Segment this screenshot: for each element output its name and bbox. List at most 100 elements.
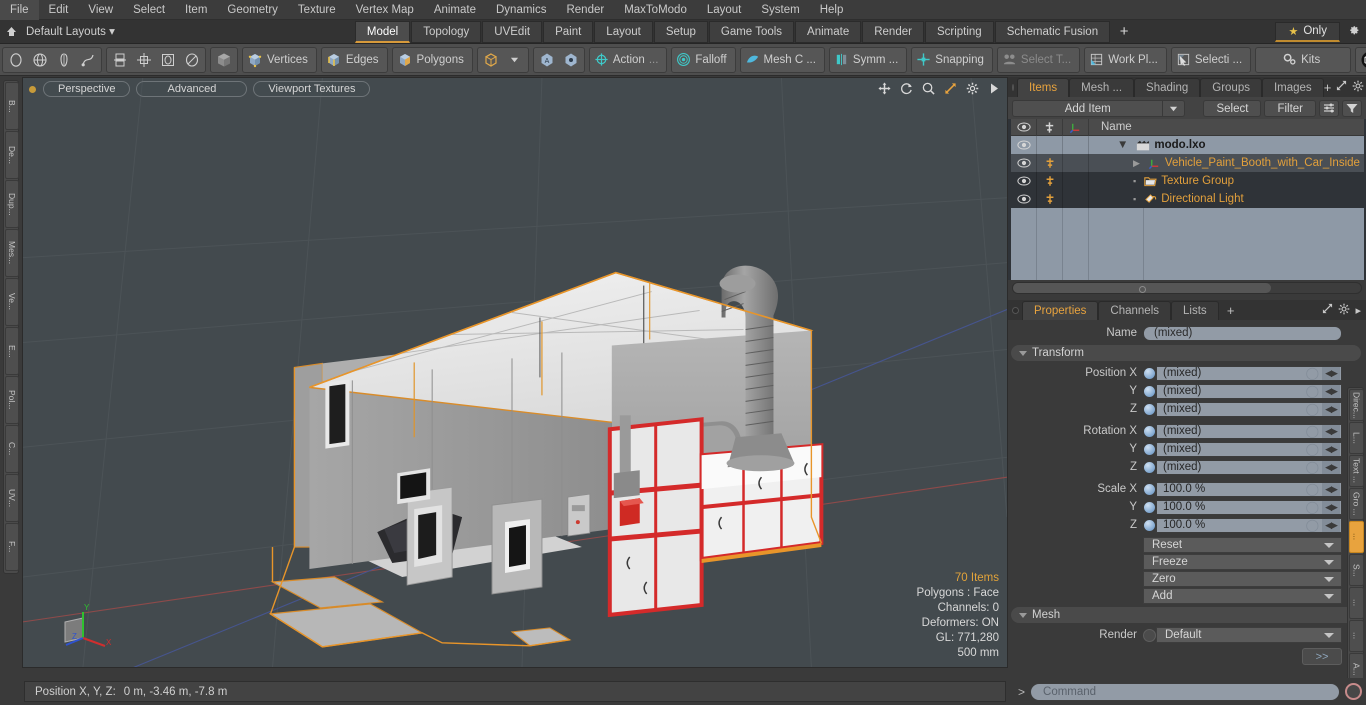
tab-items[interactable]: Items <box>1017 77 1070 97</box>
left-tab-E[interactable]: E... <box>5 327 19 375</box>
property-input[interactable]: (mixed) ◯ ◀▶ <box>1156 423 1342 439</box>
right-tab-7[interactable]: ... <box>1349 620 1364 652</box>
layout-tab-layout[interactable]: Layout <box>594 20 653 43</box>
spinner-icon[interactable]: ◀▶ <box>1322 518 1340 532</box>
spinner-icon[interactable]: ◀▶ <box>1322 366 1340 380</box>
tab-shading[interactable]: Shading <box>1134 77 1201 97</box>
more-options-button[interactable]: >> <box>1302 648 1342 665</box>
channel-dot[interactable] <box>1143 500 1156 514</box>
layout-tab-animate[interactable]: Animate <box>795 20 862 43</box>
select-through-group[interactable]: Select T... <box>996 46 1081 73</box>
symmetry-group[interactable]: Symm ... <box>828 46 908 73</box>
left-tab-Pol[interactable]: Pol... <box>5 376 19 424</box>
visibility-toggle[interactable] <box>1011 136 1037 154</box>
left-tab-C[interactable]: C... <box>5 425 19 473</box>
reset-dropdown[interactable]: Reset <box>1143 537 1342 553</box>
circle-icon[interactable] <box>4 48 28 72</box>
spinner-icon[interactable]: ◀▶ <box>1322 460 1340 474</box>
revert-icon[interactable]: ◯ <box>1306 460 1319 474</box>
freeze-dropdown[interactable]: Freeze <box>1143 554 1342 570</box>
panel-menu-dot-icon[interactable] <box>1012 83 1014 91</box>
tab-images[interactable]: Images <box>1261 77 1324 97</box>
tree-row-name[interactable]: ▼ modo.lxo <box>1089 139 1364 151</box>
ellipse-icon[interactable] <box>180 48 204 72</box>
spinner-icon[interactable]: ◀▶ <box>1322 402 1340 416</box>
transform-section-header[interactable]: Transform <box>1011 345 1361 361</box>
property-input[interactable]: 100.0 % ◯ ◀▶ <box>1156 481 1342 497</box>
axis-toggle[interactable] <box>1063 172 1089 190</box>
tree-row-name[interactable]: ▪ Texture Group <box>1089 175 1364 187</box>
menu-item-maxtomodo[interactable]: MaxToModo <box>614 0 697 20</box>
spinner-icon[interactable]: ◀▶ <box>1322 482 1340 496</box>
render-channel-dot[interactable] <box>1143 628 1156 642</box>
property-input[interactable]: (mixed) ◯ ◀▶ <box>1156 365 1342 381</box>
menu-item-dynamics[interactable]: Dynamics <box>486 0 556 20</box>
channel-dot[interactable] <box>1143 384 1156 398</box>
menu-item-geometry[interactable]: Geometry <box>217 0 288 20</box>
right-tab-6[interactable]: ... <box>1349 587 1364 619</box>
tab-groups[interactable]: Groups <box>1200 77 1262 97</box>
falloff-group[interactable]: Falloff <box>671 46 736 73</box>
revert-icon[interactable]: ◯ <box>1306 442 1319 456</box>
mesh-constraint-group[interactable]: Mesh C ... <box>739 46 825 73</box>
axis-toggle[interactable] <box>1063 154 1089 172</box>
property-input[interactable]: (mixed) ◯ ◀▶ <box>1156 383 1342 399</box>
layout-tab-game-tools[interactable]: Game Tools <box>708 20 795 43</box>
home-icon[interactable] <box>0 21 22 43</box>
right-tab-2[interactable]: Text ... <box>1349 455 1364 487</box>
lock-toggle[interactable] <box>1037 154 1063 172</box>
tree-row-texture-group[interactable]: ▪ Texture Group <box>1011 172 1364 190</box>
viewport-3d[interactable]: Perspective Advanced Viewport Textures 7… <box>22 77 1008 668</box>
gear-icon[interactable] <box>1338 303 1350 318</box>
menu-item-view[interactable]: View <box>78 0 123 20</box>
add-layout-tab-button[interactable]: + <box>1111 21 1137 43</box>
left-tab-B[interactable]: B... <box>5 82 19 130</box>
selection-set-group[interactable]: Selecti ... <box>1170 46 1252 73</box>
channel-dot[interactable] <box>1143 366 1156 380</box>
modo-icon[interactable] <box>1357 48 1366 72</box>
tab-mesh[interactable]: Mesh ... <box>1069 77 1135 97</box>
left-tab-Ve[interactable]: Ve... <box>5 278 19 326</box>
layout-tab-model[interactable]: Model <box>354 20 411 43</box>
viewport-menu-dot-icon[interactable] <box>29 85 36 93</box>
right-tab-0[interactable]: Direc... <box>1349 389 1364 421</box>
right-tab-1[interactable]: L... <box>1349 422 1364 454</box>
channel-dot[interactable] <box>1143 460 1156 474</box>
frame-icon[interactable] <box>156 48 180 72</box>
snapping-group[interactable]: Snapping <box>911 46 993 73</box>
channel-dot[interactable] <box>1143 518 1156 532</box>
menu-item-edit[interactable]: Edit <box>39 0 79 20</box>
lock-toggle[interactable] <box>1037 172 1063 190</box>
selection-mode-polygons[interactable]: Polygons <box>391 46 473 73</box>
selection-mode-edges[interactable]: Edges <box>320 46 388 73</box>
menu-item-item[interactable]: Item <box>175 0 217 20</box>
revert-icon[interactable]: ◯ <box>1306 366 1319 380</box>
left-tab-Mes[interactable]: Mes... <box>5 229 19 277</box>
pen-icon[interactable] <box>52 48 76 72</box>
channel-dot[interactable] <box>1143 442 1156 456</box>
render-dropdown[interactable]: Default <box>1156 627 1342 643</box>
scrollbar-thumb[interactable] <box>1013 283 1271 293</box>
action-center-group[interactable]: Action ... <box>588 46 668 73</box>
expand-icon[interactable] <box>1336 80 1347 94</box>
menu-item-vertex-map[interactable]: Vertex Map <box>346 0 424 20</box>
right-tab-3[interactable]: Gro ... <box>1349 488 1364 520</box>
add-item-dropdown-icon[interactable] <box>1163 99 1186 117</box>
tab-lists[interactable]: Lists <box>1171 300 1219 320</box>
expand-icon[interactable] <box>1322 303 1333 317</box>
gear-icon[interactable] <box>1352 80 1364 95</box>
revert-icon[interactable]: ◯ <box>1306 482 1319 496</box>
expand-triangle-icon[interactable]: ▶ <box>1133 158 1140 169</box>
expand-triangle-icon[interactable]: ▼ <box>1117 139 1128 151</box>
default-layouts-menu[interactable]: Default Layouts ▾ <box>22 21 123 43</box>
add-tab-button[interactable]: + <box>1324 80 1332 95</box>
right-tab-5[interactable]: S... <box>1349 554 1364 586</box>
move-icon[interactable] <box>877 81 891 95</box>
visibility-toggle[interactable] <box>1011 154 1037 172</box>
left-tab-Dup[interactable]: Dup... <box>5 180 19 228</box>
spinner-icon[interactable]: ◀▶ <box>1322 424 1340 438</box>
kits-group[interactable]: Kits <box>1255 46 1352 73</box>
layout-tab-scripting[interactable]: Scripting <box>924 20 994 43</box>
layout-tab-paint[interactable]: Paint <box>543 20 594 43</box>
lock-toggle[interactable] <box>1037 136 1063 154</box>
